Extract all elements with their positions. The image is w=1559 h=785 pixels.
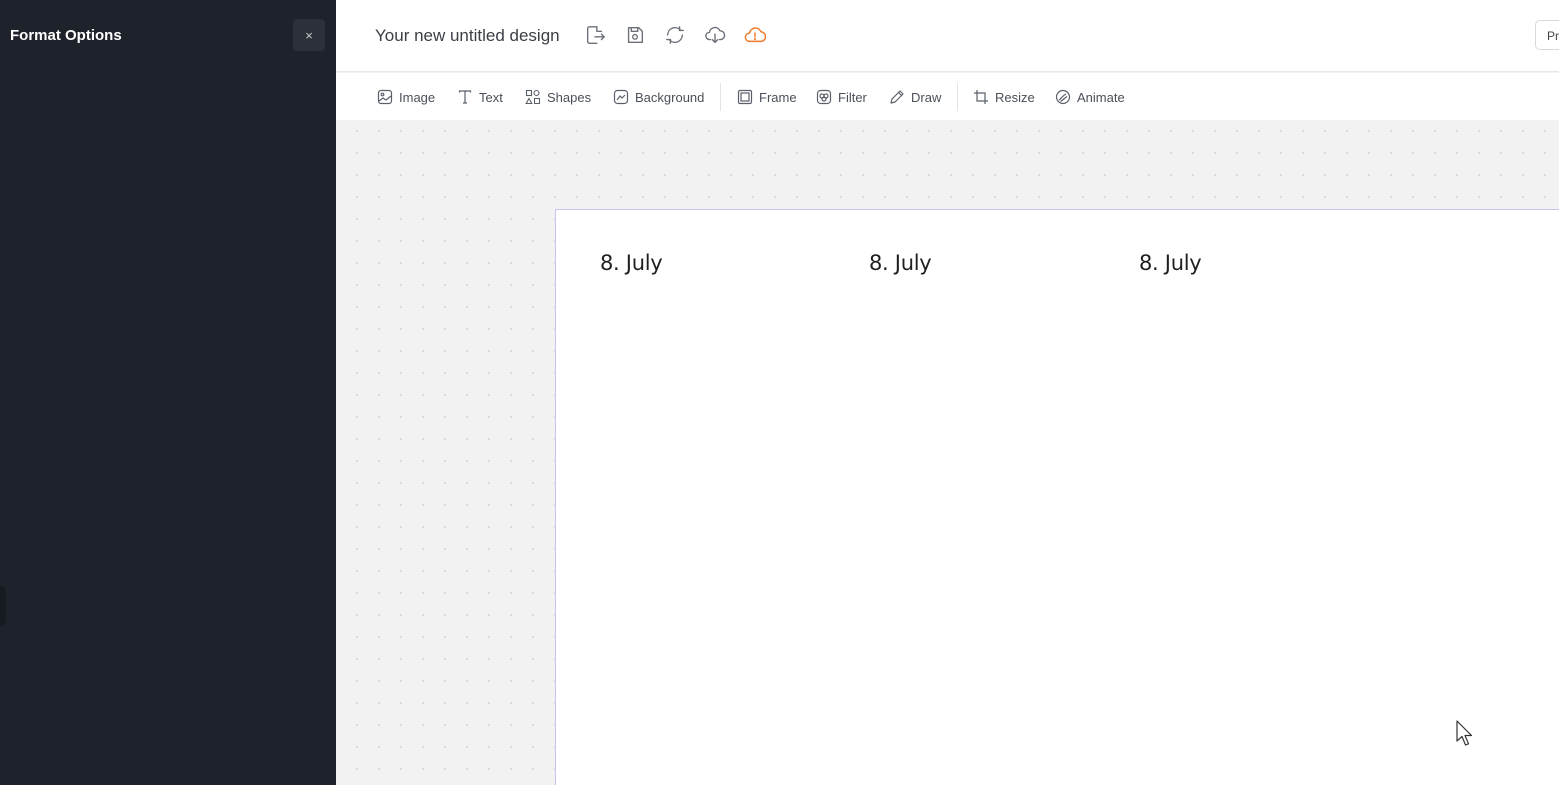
shapes-icon <box>525 89 541 105</box>
canvas-text-element[interactable]: 8. July <box>600 251 663 275</box>
editor-toolbar: Image Text Shapes Background Frame Filte… <box>336 73 1559 120</box>
toolbar-frame-label: Frame <box>759 89 797 105</box>
toolbar-image[interactable]: Image <box>377 88 435 106</box>
toolbar-shapes-label: Shapes <box>547 89 592 105</box>
mouse-cursor-icon <box>1456 720 1473 746</box>
format-options-panel: Format Options × <box>0 0 336 785</box>
toolbar-image-label: Image <box>399 89 436 105</box>
download-button[interactable] <box>703 23 727 47</box>
filter-icon <box>816 89 832 105</box>
sync-icon <box>666 26 684 44</box>
download-icon <box>705 26 726 44</box>
top-header: Your new untitled design Pr <box>336 0 1559 72</box>
toolbar-divider <box>957 83 958 111</box>
crop-icon <box>974 90 988 104</box>
background-icon <box>613 89 629 105</box>
canvas-text-element[interactable]: 8. July <box>1139 251 1202 275</box>
artboard[interactable] <box>555 209 1559 785</box>
image-icon <box>377 89 393 105</box>
cloud-status-button[interactable] <box>743 23 767 47</box>
toolbar-filter[interactable]: Filter <box>816 88 867 106</box>
sync-button[interactable] <box>663 23 687 47</box>
pencil-icon <box>890 90 904 104</box>
toolbar-text[interactable]: Text <box>457 88 503 106</box>
preview-button[interactable]: Pr <box>1535 20 1559 50</box>
canvas-text-element[interactable]: 8. July <box>869 251 932 275</box>
toolbar-animate[interactable]: Animate <box>1055 88 1125 106</box>
toolbar-frame[interactable]: Frame <box>737 88 797 106</box>
save-icon <box>627 26 644 44</box>
design-title[interactable]: Your new untitled design <box>375 26 560 46</box>
panel-title: Format Options <box>10 27 122 44</box>
toolbar-divider <box>720 83 721 111</box>
export-button[interactable] <box>583 23 607 47</box>
toolbar-animate-label: Animate <box>1077 89 1125 105</box>
toolbar-text-label: Text <box>479 89 503 105</box>
toolbar-background-label: Background <box>635 89 705 105</box>
toolbar-background[interactable]: Background <box>613 88 704 106</box>
panel-edge-handle <box>0 586 6 626</box>
text-icon <box>458 90 472 104</box>
toolbar-draw-label: Draw <box>911 89 942 105</box>
toolbar-shapes[interactable]: Shapes <box>525 88 591 106</box>
cloud-warning-icon <box>744 27 766 43</box>
frame-icon <box>737 89 753 105</box>
toolbar-filter-label: Filter <box>838 89 867 105</box>
toolbar-resize[interactable]: Resize <box>973 88 1035 106</box>
animate-icon <box>1055 89 1071 105</box>
toolbar-resize-label: Resize <box>995 89 1035 105</box>
save-button[interactable] <box>623 23 647 47</box>
export-icon <box>586 26 605 44</box>
toolbar-draw[interactable]: Draw <box>889 88 941 106</box>
close-panel-button[interactable]: × <box>293 19 325 51</box>
